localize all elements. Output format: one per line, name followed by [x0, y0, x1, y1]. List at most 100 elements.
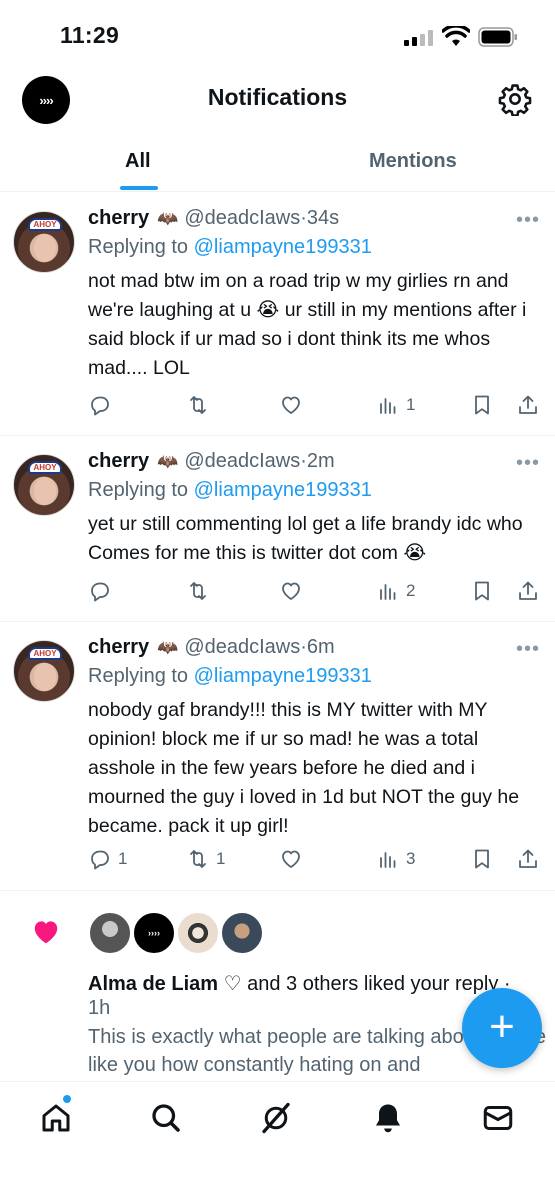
- replying-to-link[interactable]: @liampayne199331: [194, 665, 372, 687]
- like-button[interactable]: [279, 577, 303, 605]
- bottom-nav: [0, 1081, 555, 1200]
- tweet-card[interactable]: AHOY cherry 🦇 @deadcIaws·6m ••• Replying t…: [0, 622, 555, 891]
- gear-icon[interactable]: [498, 82, 532, 116]
- page-title: Notifications: [207, 84, 348, 110]
- repost-icon: [190, 396, 206, 414]
- grok-icon[interactable]: [258, 1100, 294, 1136]
- avatar[interactable]: AHOY: [13, 454, 75, 516]
- author-handle[interactable]: @deadcIaws: [184, 207, 300, 229]
- notification-tabs: All Mentions: [0, 130, 555, 192]
- reply-icon: [91, 396, 109, 416]
- share-icon: [519, 849, 537, 868]
- reply-icon: [91, 850, 109, 870]
- share-icon: [519, 581, 537, 600]
- avatar[interactable]: [88, 911, 132, 955]
- reply-count: 1: [118, 849, 128, 868]
- avatar[interactable]: [176, 911, 220, 955]
- repost-button[interactable]: 1: [186, 845, 225, 873]
- heart-outline-icon: [282, 582, 300, 600]
- views-icon: [380, 852, 396, 868]
- tweet-header: cherry 🦇 @deadcIaws·2m: [88, 450, 335, 472]
- replying-to: Replying to @liampayne199331: [88, 236, 372, 258]
- bat-emoji-icon: 🦇: [157, 638, 179, 657]
- avatar[interactable]: AHOY: [13, 640, 75, 702]
- tweet-text: yet ur still commenting lol get a life b…: [88, 513, 523, 564]
- view-count: 3: [406, 849, 416, 868]
- repost-count: 1: [216, 849, 226, 868]
- author-name[interactable]: cherry: [88, 207, 149, 229]
- tweet-time: 2m: [306, 450, 335, 472]
- views-icon: [380, 584, 396, 600]
- like-button[interactable]: [279, 845, 303, 873]
- reply-icon: [91, 582, 109, 602]
- share-button[interactable]: [516, 391, 540, 419]
- search-icon[interactable]: [148, 1100, 184, 1136]
- compose-button[interactable]: +: [462, 988, 542, 1068]
- bookmark-button[interactable]: [470, 577, 494, 605]
- tweet-header: cherry 🦇 @deadcIaws·6m: [88, 636, 335, 658]
- tweet-actions: 1: [0, 391, 555, 419]
- heart-filled-icon: [34, 921, 58, 944]
- tweet-card[interactable]: AHOY cherry 🦇 @deadcIaws·34s ••• Replying …: [0, 193, 555, 436]
- like-button[interactable]: [279, 391, 303, 419]
- more-options-icon[interactable]: •••: [516, 638, 540, 661]
- repost-button[interactable]: [186, 391, 216, 419]
- views-icon: [380, 398, 396, 414]
- bat-emoji-icon: 🦇: [157, 452, 179, 471]
- active-tab-indicator: [120, 186, 158, 190]
- replying-to-link[interactable]: @liampayne199331: [194, 236, 372, 258]
- replying-to: Replying to @liampayne199331: [88, 479, 372, 501]
- heart-outline-icon: [282, 850, 300, 868]
- more-options-icon[interactable]: •••: [516, 452, 540, 475]
- repost-icon: [190, 582, 206, 600]
- share-icon: [519, 395, 537, 414]
- status-time: 11:29: [60, 22, 120, 48]
- actor-name[interactable]: Alma de Liam ♡: [88, 973, 242, 995]
- replying-to-link[interactable]: @liampayne199331: [194, 479, 372, 501]
- author-name[interactable]: cherry: [88, 450, 149, 472]
- signal-icon: [404, 30, 434, 46]
- replying-to: Replying to @liampayne199331: [88, 665, 372, 687]
- author-handle[interactable]: @deadcIaws: [184, 450, 300, 472]
- home-icon[interactable]: [38, 1100, 74, 1136]
- heart-outline-icon: [282, 396, 300, 414]
- tweet-card[interactable]: AHOY cherry 🦇 @deadcIaws·2m ••• Replying t…: [0, 436, 555, 622]
- status-bar: 11:29: [0, 0, 555, 70]
- tweet-text: not mad btw im on a road trip w my girli…: [88, 270, 527, 379]
- bell-icon[interactable]: [370, 1100, 406, 1136]
- tweet-actions: 1 1 3: [0, 845, 555, 873]
- views-button[interactable]: 2: [376, 577, 415, 605]
- bookmark-icon: [475, 849, 489, 869]
- bookmark-button[interactable]: [470, 391, 494, 419]
- author-handle[interactable]: @deadcIaws: [184, 636, 300, 658]
- more-options-icon[interactable]: •••: [516, 209, 540, 232]
- author-name[interactable]: cherry: [88, 636, 149, 658]
- bookmark-icon: [475, 581, 489, 601]
- reply-button[interactable]: [88, 391, 118, 419]
- notification-summary: Alma de Liam ♡ and 3 others liked your r…: [88, 973, 511, 995]
- bookmark-icon: [475, 395, 489, 415]
- reply-button[interactable]: 1: [88, 845, 127, 873]
- battery-icon: [478, 27, 517, 47]
- top-header: ›››› Notifications: [0, 70, 555, 130]
- share-button[interactable]: [516, 845, 540, 873]
- repost-button[interactable]: [186, 577, 216, 605]
- tab-all[interactable]: All: [125, 150, 151, 173]
- avatar[interactable]: AHOY: [13, 211, 75, 273]
- tab-mentions[interactable]: Mentions: [369, 150, 457, 173]
- wifi-icon: [442, 26, 470, 46]
- views-button[interactable]: 1: [376, 391, 415, 419]
- tweet-time: 34s: [306, 207, 340, 229]
- share-button[interactable]: [516, 577, 540, 605]
- avatar[interactable]: [220, 911, 264, 955]
- tweet-actions: 2: [0, 577, 555, 605]
- avatar[interactable]: ››››: [132, 911, 176, 955]
- tweet-time: 6m: [306, 636, 335, 658]
- reply-button[interactable]: [88, 577, 118, 605]
- mail-icon[interactable]: [480, 1100, 516, 1136]
- repost-icon: [190, 850, 206, 868]
- views-button[interactable]: 3: [376, 845, 415, 873]
- tweet-header: cherry 🦇 @deadcIaws·34s: [88, 207, 340, 229]
- bookmark-button[interactable]: [470, 845, 494, 873]
- unread-dot: [62, 1094, 72, 1104]
